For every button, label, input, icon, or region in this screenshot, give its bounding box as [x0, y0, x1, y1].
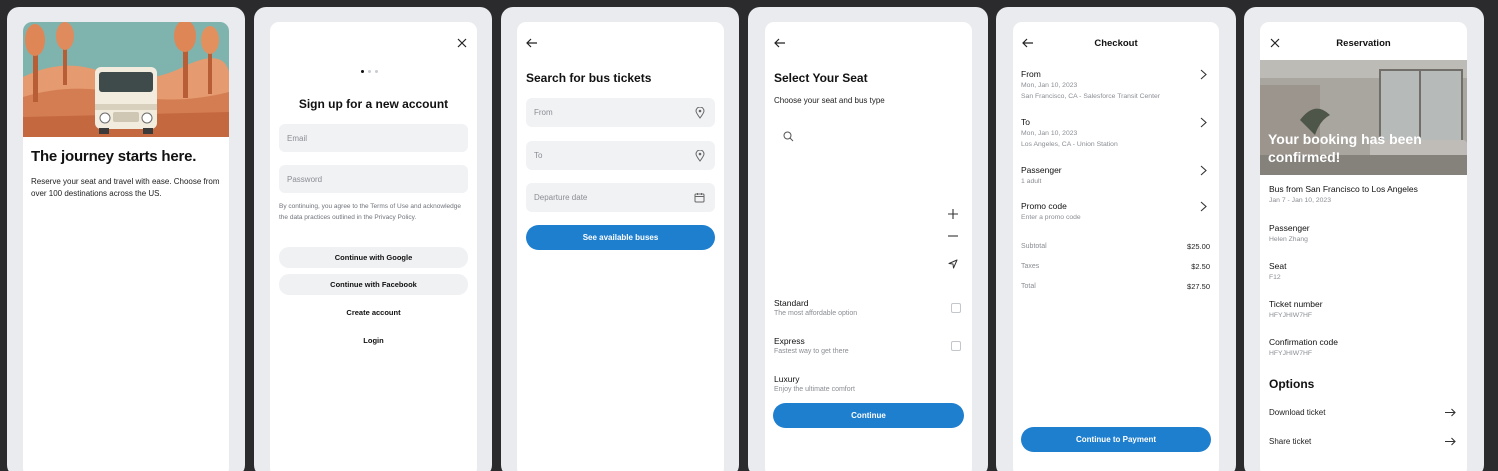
screen-welcome-tile: The journey starts here. Reserve your se…: [7, 7, 245, 471]
departure-date-field[interactable]: Departure date: [526, 183, 715, 212]
subtotal-value: $25.00: [1187, 242, 1210, 251]
from-field[interactable]: From: [526, 98, 715, 127]
back-arrow-icon[interactable]: [774, 38, 786, 48]
confirmation-code-value: HFYJHIW7HF: [1269, 350, 1313, 357]
passenger-row-value: 1 adult: [1021, 178, 1042, 185]
password-field[interactable]: Password: [279, 165, 468, 193]
taxes-label: Taxes: [1021, 263, 1040, 270]
navigation-arrow-icon: [948, 259, 958, 269]
option-express-name: Express: [774, 336, 805, 346]
page-dot: [375, 70, 378, 73]
screen-signup-tile: Sign up for a new account Email Password…: [254, 7, 492, 471]
plus-icon: [948, 209, 958, 219]
seat-label: Seat: [1269, 261, 1287, 271]
checkout-screen: Checkout From Mon, Jan 10, 2023 San Fran…: [1013, 22, 1219, 471]
continue-button[interactable]: Continue: [773, 403, 964, 428]
continue-facebook-button[interactable]: Continue with Facebook: [279, 274, 468, 295]
to-row-label: To: [1021, 117, 1030, 127]
passenger-label: Passenger: [1269, 223, 1310, 233]
login-button[interactable]: Login: [279, 336, 468, 345]
search-icon[interactable]: [783, 131, 794, 142]
option-luxury-name: Luxury: [774, 374, 800, 384]
zoom-out-button[interactable]: [942, 225, 964, 247]
from-row-label: From: [1021, 69, 1041, 79]
promo-row-label: Promo code: [1021, 201, 1067, 211]
calendar-icon: [694, 193, 705, 203]
confirmation-code-label: Confirmation code: [1269, 337, 1338, 347]
from-placeholder: From: [534, 108, 553, 117]
promo-row-placeholder[interactable]: Enter a promo code: [1021, 214, 1081, 221]
ticket-number-value: HFYJHIW7HF: [1269, 312, 1313, 319]
option-standard-desc: The most affordable option: [774, 310, 858, 317]
create-account-button[interactable]: Create account: [279, 308, 468, 317]
to-field[interactable]: To: [526, 141, 715, 170]
screen-reservation-tile: Reservation Your booking has been confir…: [1244, 7, 1484, 471]
total-value: $27.50: [1187, 282, 1210, 291]
reservation-title: Reservation: [1336, 38, 1391, 49]
search-title: Search for bus tickets: [526, 71, 652, 85]
passenger-row-label: Passenger: [1021, 165, 1062, 175]
departure-date-placeholder: Departure date: [534, 193, 588, 202]
to-row-date: Mon, Jan 10, 2023: [1021, 130, 1078, 137]
total-label: Total: [1021, 283, 1036, 290]
from-row-station: San Francisco, CA - Salesforce Transit C…: [1021, 93, 1161, 100]
seat-title: Select Your Seat: [774, 71, 868, 85]
to-placeholder: To: [534, 151, 543, 160]
chevron-right-icon[interactable]: [1200, 117, 1207, 128]
back-arrow-icon[interactable]: [526, 38, 538, 48]
screen-seat-tile: Select Your Seat Choose your seat and bu…: [748, 7, 988, 471]
signup-title: Sign up for a new account: [298, 97, 449, 111]
download-ticket-link[interactable]: Download ticket: [1269, 408, 1325, 417]
option-express-checkbox[interactable]: [951, 341, 961, 351]
ticket-number-label: Ticket number: [1269, 299, 1323, 309]
continue-to-payment-button[interactable]: Continue to Payment: [1021, 427, 1211, 452]
share-ticket-link[interactable]: Share ticket: [1269, 437, 1311, 446]
checkout-title: Checkout: [1094, 38, 1138, 49]
trip-title: Bus from San Francisco to Los Angeles: [1269, 184, 1418, 194]
chevron-right-icon[interactable]: [1200, 69, 1207, 80]
option-standard-checkbox[interactable]: [951, 303, 961, 313]
page-dot: [368, 70, 371, 73]
welcome-screen: The journey starts here. Reserve your se…: [23, 22, 229, 471]
screen-checkout-tile: Checkout From Mon, Jan 10, 2023 San Fran…: [996, 7, 1236, 471]
hero-illustration: [23, 22, 229, 137]
option-luxury-desc: Enjoy the ultimate comfort: [774, 386, 855, 393]
reservation-screen: Reservation Your booking has been confir…: [1260, 22, 1467, 471]
location-pin-icon: [695, 107, 705, 119]
welcome-title: The journey starts here.: [31, 148, 197, 165]
seat-subtitle: Choose your seat and bus type: [774, 96, 885, 105]
to-row-station: Los Angeles, CA - Union Station: [1021, 141, 1118, 148]
option-standard-name: Standard: [774, 298, 809, 308]
close-icon[interactable]: [457, 38, 467, 48]
search-screen: Search for bus tickets From To Departure…: [517, 22, 724, 471]
welcome-body: Reserve your seat and travel with ease. …: [31, 177, 220, 198]
see-available-buses-button[interactable]: See available buses: [526, 225, 715, 250]
taxes-value: $2.50: [1191, 262, 1210, 271]
signup-screen: Sign up for a new account Email Password…: [270, 22, 477, 471]
chevron-right-icon[interactable]: [1200, 201, 1207, 212]
seat-screen: Select Your Seat Choose your seat and bu…: [765, 22, 972, 471]
locate-button[interactable]: [942, 253, 964, 275]
location-pin-icon: [695, 150, 705, 162]
from-row-date: Mon, Jan 10, 2023: [1021, 82, 1078, 89]
minus-icon: [948, 235, 958, 237]
trip-dates: Jan 7 - Jan 10, 2023: [1269, 197, 1331, 204]
legal-text: By continuing, you agree to the Terms of…: [279, 203, 461, 221]
booking-confirmed-banner: Your booking has been confirmed!: [1268, 131, 1422, 165]
pagination-dots: [361, 70, 378, 73]
arrow-right-icon[interactable]: [1445, 408, 1456, 417]
chevron-right-icon[interactable]: [1200, 165, 1207, 176]
options-heading: Options: [1269, 377, 1315, 391]
zoom-in-button[interactable]: [942, 203, 964, 225]
email-field[interactable]: Email: [279, 124, 468, 152]
continue-google-button[interactable]: Continue with Google: [279, 247, 468, 268]
seat-value: F12: [1269, 274, 1281, 281]
option-express-desc: Fastest way to get there: [774, 348, 849, 355]
subtotal-label: Subtotal: [1021, 243, 1047, 250]
arrow-right-icon[interactable]: [1445, 437, 1456, 446]
page-dot-active: [361, 70, 364, 73]
passenger-value: Helen Zhang: [1269, 236, 1308, 243]
screen-search-tile: Search for bus tickets From To Departure…: [501, 7, 739, 471]
